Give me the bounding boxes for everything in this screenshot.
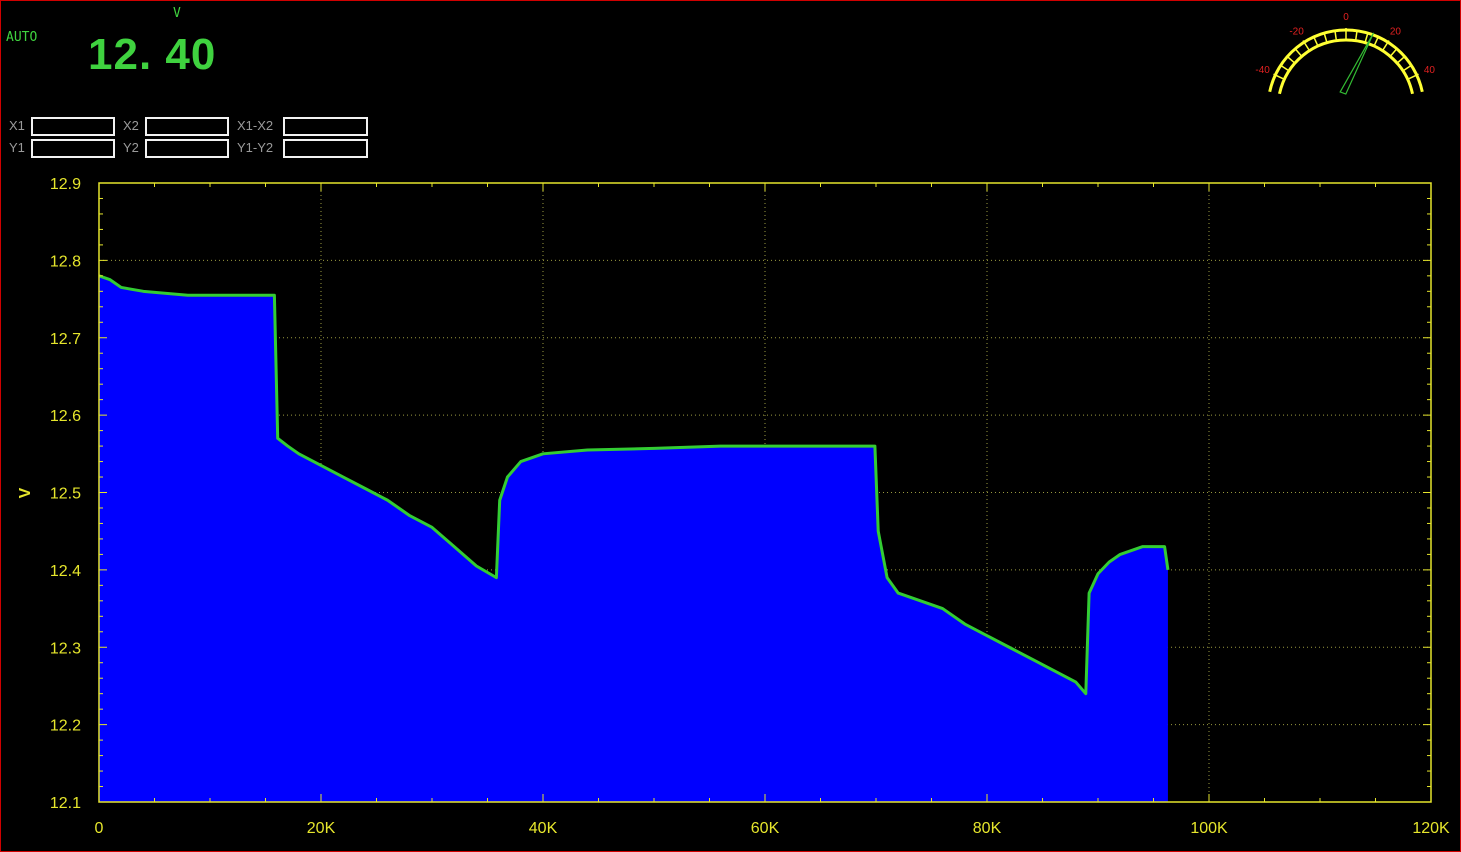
y-axis-label: V [17,487,34,498]
y-tick-label: 12.3 [50,640,81,657]
y-tick-label: 12.1 [50,795,81,812]
y-tick-label: 12.6 [50,408,81,425]
x-tick-label: 0 [95,820,104,837]
chart-area-fill [99,275,1168,803]
y-tick-label: 12.7 [50,331,81,348]
y-tick-label: 12.5 [50,486,81,503]
x-tick-label: 100K [1190,820,1228,837]
voltage-chart[interactable]: 12.1 12.2 12.3 12.4 12.5 12.6 12.7 12.8 12.9 0 20K… [0,0,1461,852]
x-tick-label: 60K [751,820,780,837]
voltage-area [99,275,1168,803]
y-tick-label: 12.9 [50,176,81,193]
y-tick-label: 12.8 [50,253,81,270]
x-tick-label: 20K [307,820,336,837]
x-tick-label: 120K [1412,820,1450,837]
y-tick-label: 12.2 [50,718,81,735]
x-tick-label: 40K [529,820,558,837]
x-tick-label: 80K [973,820,1002,837]
y-tick-label: 12.4 [50,563,81,580]
